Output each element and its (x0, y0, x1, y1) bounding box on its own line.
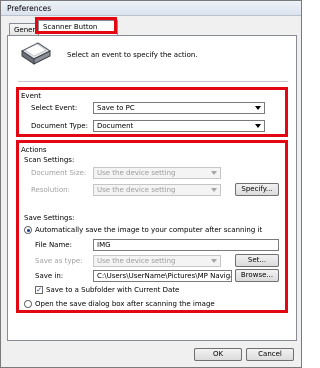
file-name-label: File Name: (35, 241, 72, 249)
window-title: Preferences (7, 4, 52, 13)
resolution-dropdown[interactable]: Use the device setting (93, 184, 221, 196)
document-size-dropdown[interactable]: Use the device setting (93, 167, 221, 179)
tab-strip: General Scanner Button Settings (7, 20, 297, 44)
subfolder-checkbox-label[interactable]: Save to a Subfolder with Current Date (46, 286, 179, 294)
save-in-label: Save in: (35, 272, 64, 280)
set-button[interactable]: Set... (235, 254, 279, 267)
auto-save-radio-label[interactable]: Automatically save the image to your com… (35, 226, 262, 234)
save-as-type-dropdown[interactable]: Use the device setting (93, 255, 221, 267)
select-event-dropdown[interactable]: Save to PC (93, 102, 265, 114)
select-event-label: Select Event: (31, 104, 78, 112)
divider (18, 81, 288, 82)
save-as-type-value: Use the device setting (97, 257, 176, 265)
save-in-field[interactable]: C:\Users\UserName\Pictures\MP Navigato (93, 270, 232, 282)
document-type-dropdown[interactable]: Document (93, 120, 265, 132)
open-dialog-radio-label[interactable]: Open the save dialog box after scanning … (35, 300, 215, 308)
event-group-label: Event (21, 92, 42, 100)
save-as-type-label: Save as type: (35, 257, 83, 265)
chevron-down-icon (211, 259, 217, 263)
document-type-label: Document Type: (31, 122, 88, 130)
settings-panel: Select an event to specify the action. E… (7, 35, 297, 341)
intro-text: Select an event to specify the action. (67, 51, 198, 59)
ok-button[interactable]: OK (194, 348, 242, 361)
save-settings-label: Save Settings: (24, 214, 75, 222)
document-type-value: Document (97, 122, 134, 130)
file-name-field[interactable]: IMG (93, 239, 279, 251)
resolution-value: Use the device setting (97, 186, 176, 194)
chevron-down-icon (211, 188, 217, 192)
auto-save-radio[interactable] (24, 226, 32, 234)
resolution-label: Resolution: (31, 186, 70, 194)
preferences-window: Preferences General Scanner Button Setti… (0, 0, 302, 368)
subfolder-checkbox[interactable]: ✓ (35, 286, 43, 294)
scanner-icon (21, 42, 51, 65)
open-dialog-radio[interactable] (24, 300, 32, 308)
cancel-button[interactable]: Cancel (246, 348, 294, 361)
actions-group-label: Actions (21, 146, 47, 154)
tab-scanner-button-settings[interactable]: Scanner Button Settings (38, 20, 118, 44)
document-size-value: Use the device setting (97, 169, 176, 177)
select-event-value: Save to PC (97, 104, 135, 112)
chevron-down-icon (255, 124, 261, 128)
chevron-down-icon (255, 106, 261, 110)
title-bar: Preferences (1, 1, 301, 16)
specify-button[interactable]: Specify... (235, 183, 279, 196)
scan-settings-label: Scan Settings: (24, 156, 75, 164)
browse-button[interactable]: Browse... (235, 269, 279, 282)
chevron-down-icon (211, 171, 217, 175)
document-size-label: Document Size: (31, 169, 87, 177)
